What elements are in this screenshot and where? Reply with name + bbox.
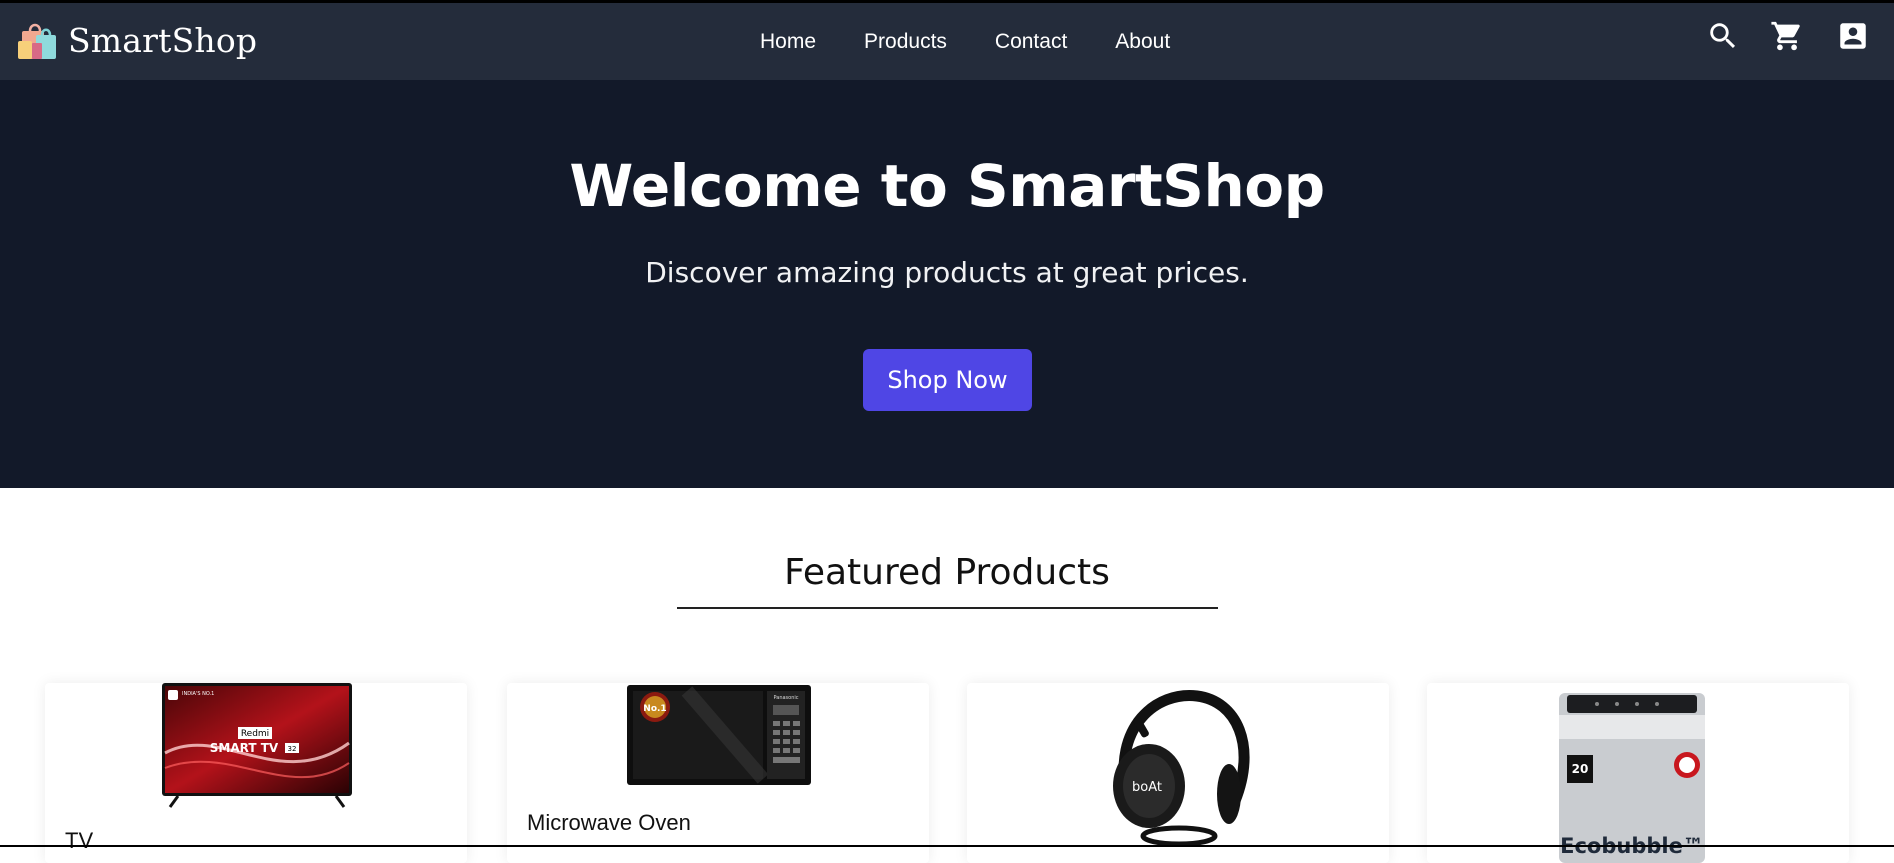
navbar: SmartShop Home Products Contact About (0, 3, 1894, 80)
product-card-headphones[interactable]: boAt (967, 683, 1389, 863)
headphones-product-image: boAt (1113, 690, 1250, 846)
main-navigation: Home Products Contact About (760, 3, 1170, 80)
search-icon[interactable] (1706, 19, 1740, 53)
tv-product-image: INDIA'S NO.1 Redmi SMART TV 32 (162, 683, 352, 808)
washing-machine-product-image: 20 Ecobubble™ (1559, 693, 1705, 863)
featured-products-heading: Featured Products (784, 552, 1110, 593)
heading-underline (677, 607, 1218, 609)
nav-products-link[interactable]: Products (864, 30, 947, 54)
svg-text:32: 32 (288, 745, 297, 753)
cart-icon[interactable] (1770, 19, 1804, 53)
hero-title: Welcome to SmartShop (569, 152, 1325, 220)
product-card-microwave-oven[interactable]: Panasonic No.1 Microwave Oven (507, 683, 929, 863)
product-card-washing-machine[interactable]: 20 Ecobubble™ (1427, 683, 1849, 863)
svg-text:Redmi: Redmi (241, 729, 269, 739)
nav-contact-link[interactable]: Contact (995, 30, 1067, 54)
product-name: Microwave Oven (527, 810, 691, 835)
nav-home-link[interactable]: Home (760, 30, 816, 54)
svg-text:20: 20 (1572, 762, 1589, 776)
svg-text:Panasonic: Panasonic (773, 695, 798, 701)
svg-text:INDIA'S NO.1: INDIA'S NO.1 (182, 691, 214, 697)
brand-name: SmartShop (68, 20, 258, 60)
svg-text:SMART TV: SMART TV (210, 741, 279, 755)
account-icon[interactable] (1836, 19, 1870, 53)
microwave-product-image: Panasonic No.1 (627, 685, 811, 785)
brand-logo-link[interactable]: SmartShop (16, 17, 257, 63)
svg-text:No.1: No.1 (643, 704, 666, 714)
hero-banner: Welcome to SmartShop Discover amazing pr… (0, 80, 1894, 488)
product-name: TV (65, 828, 94, 853)
nav-about-link[interactable]: About (1115, 30, 1170, 54)
shop-now-button[interactable]: Shop Now (863, 349, 1032, 411)
svg-text:boAt: boAt (1132, 780, 1162, 795)
hero-subtitle: Discover amazing products at great price… (645, 256, 1249, 289)
product-card-tv[interactable]: INDIA'S NO.1 Redmi SMART TV 32 TV (45, 683, 467, 863)
shopping-bags-icon (18, 23, 56, 59)
